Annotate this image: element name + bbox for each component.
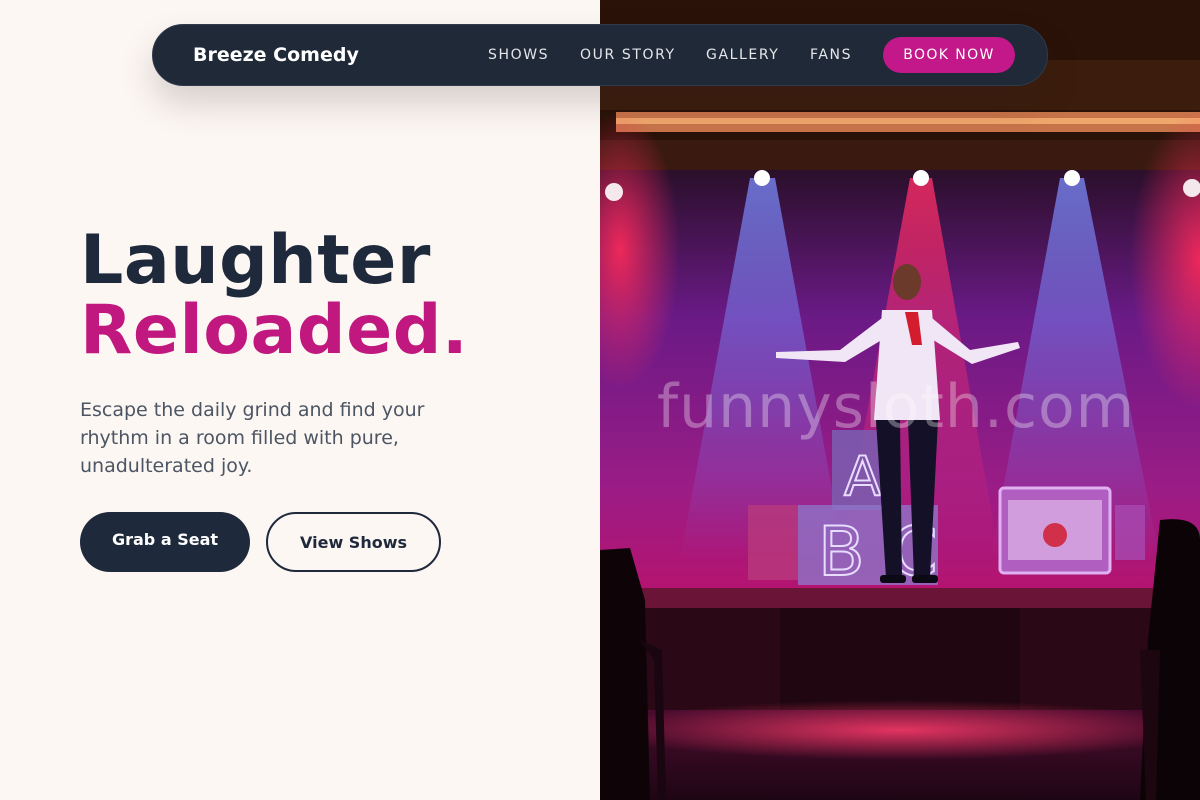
hero-title-line2: Reloaded. xyxy=(80,291,469,370)
brand-logo[interactable]: Breeze Comedy xyxy=(193,25,359,85)
hero-section: Laughter Reloaded. Escape the daily grin… xyxy=(0,0,600,800)
nav-link-our-story[interactable]: OUR STORY xyxy=(580,25,676,85)
nav-link-gallery[interactable]: GALLERY xyxy=(706,25,779,85)
top-navbar: Breeze Comedy SHOWS OUR STORY GALLERY FA… xyxy=(152,24,1048,86)
hero-title: Laughter Reloaded. xyxy=(80,226,468,366)
hero-subtitle: Escape the daily grind and find your rhy… xyxy=(80,399,425,477)
nav-link-shows[interactable]: SHOWS xyxy=(488,25,549,85)
nav-link-fans[interactable]: FANS xyxy=(810,25,852,85)
watermark-text: funnysloth.com xyxy=(657,372,1136,442)
svg-text:A: A xyxy=(844,445,881,508)
hero-title-line1: Laughter xyxy=(80,221,431,300)
svg-text:B: B xyxy=(818,513,865,592)
view-shows-button[interactable]: View Shows xyxy=(266,512,441,572)
grab-a-seat-button[interactable]: Grab a Seat xyxy=(80,512,250,572)
page: Laughter Reloaded. Escape the daily grin… xyxy=(0,0,1200,800)
book-now-button[interactable]: BOOK NOW xyxy=(883,37,1015,73)
